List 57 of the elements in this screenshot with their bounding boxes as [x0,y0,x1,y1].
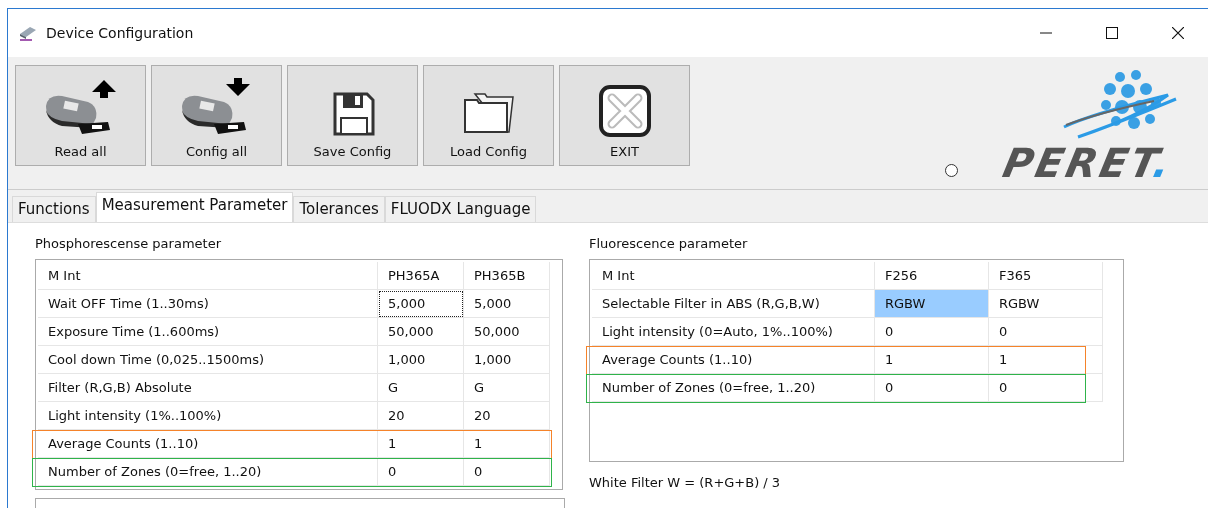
table-cell[interactable]: 50,000 [464,318,550,346]
table-cell[interactable]: Wait OFF Time (1..30ms) [38,290,378,318]
toolbar-button[interactable]: Config all [151,65,282,166]
table-cell[interactable]: Cool down Time (0,025..1500ms) [38,346,378,374]
tab[interactable]: Tolerances [293,196,385,222]
table-cell[interactable]: G [464,374,550,402]
table-cell[interactable]: Light intensity (0=Auto, 1%..100%) [592,318,875,346]
table-cell[interactable]: Selectable Filter in ABS (R,G,B,W) [592,290,875,318]
table-cell[interactable]: 20 [464,402,550,430]
toolbar-button[interactable]: Read all [15,65,146,166]
table-cell[interactable]: 1 [875,346,989,374]
table-cell[interactable]: 0 [464,458,550,486]
table-cell[interactable]: Light intensity (1%..100%) [38,402,378,430]
tab[interactable]: Measurement Parameter [95,192,294,222]
toolbar-button[interactable]: EXIT [559,65,690,166]
table-cell[interactable]: Exposure Time (1..600ms) [38,318,378,346]
tab[interactable]: FLUODX Language [384,196,537,222]
column-header: PH365A [378,262,464,290]
table-cell[interactable]: RGBW [875,290,989,318]
radio-button[interactable] [945,164,958,177]
table-cell[interactable]: 0 [875,318,989,346]
table-cell[interactable]: 5,000 [464,290,550,318]
table-cell[interactable]: 20 [378,402,464,430]
toolbar-button[interactable]: Load Config [423,65,554,166]
table-cell[interactable]: 1,000 [378,346,464,374]
table-cell[interactable]: 1,000 [464,346,550,374]
table-cell[interactable]: RGBW [989,290,1103,318]
table-cell[interactable]: 0 [989,374,1103,402]
app-icon [18,24,38,42]
table-cell[interactable]: 50,000 [378,318,464,346]
group-title: Phosphorescense parameter [35,236,222,251]
window-title: Device Configuration [46,25,194,41]
table-cell[interactable]: 0 [378,458,464,486]
maximize-icon[interactable] [1106,27,1118,39]
close-icon[interactable] [1172,27,1184,39]
table-cell[interactable]: G [378,374,464,402]
table-cell[interactable]: 0 [875,374,989,402]
table-cell[interactable]: Average Counts (1..10) [592,346,875,374]
group-title: Fluorescence parameter [589,236,749,251]
table-cell[interactable]: Average Counts (1..10) [38,430,378,458]
table-cell[interactable]: 1 [464,430,550,458]
table-cell[interactable]: Filter (R,G,B) Absolute [38,374,378,402]
column-header: PH365B [464,262,550,290]
column-header: F365 [989,262,1103,290]
table-cell[interactable]: Number of Zones (0=free, 1..20) [38,458,378,486]
column-header: M Int [38,262,378,290]
close-icon [597,84,652,138]
table-cell[interactable]: 1 [378,430,464,458]
tab[interactable]: Functions [12,196,96,222]
formula-note: White Filter W = (R+G+B) / 3 [589,475,782,490]
toolbar-button[interactable]: Save Config [287,65,418,166]
table-cell[interactable]: 5,000 [378,290,464,318]
table-cell[interactable]: Number of Zones (0=free, 1..20) [592,374,875,402]
column-header: M Int [592,262,875,290]
table-cell[interactable]: 1 [989,346,1103,374]
logo-wordmark: PERET. [999,143,1177,183]
table-cell[interactable]: 0 [989,318,1103,346]
